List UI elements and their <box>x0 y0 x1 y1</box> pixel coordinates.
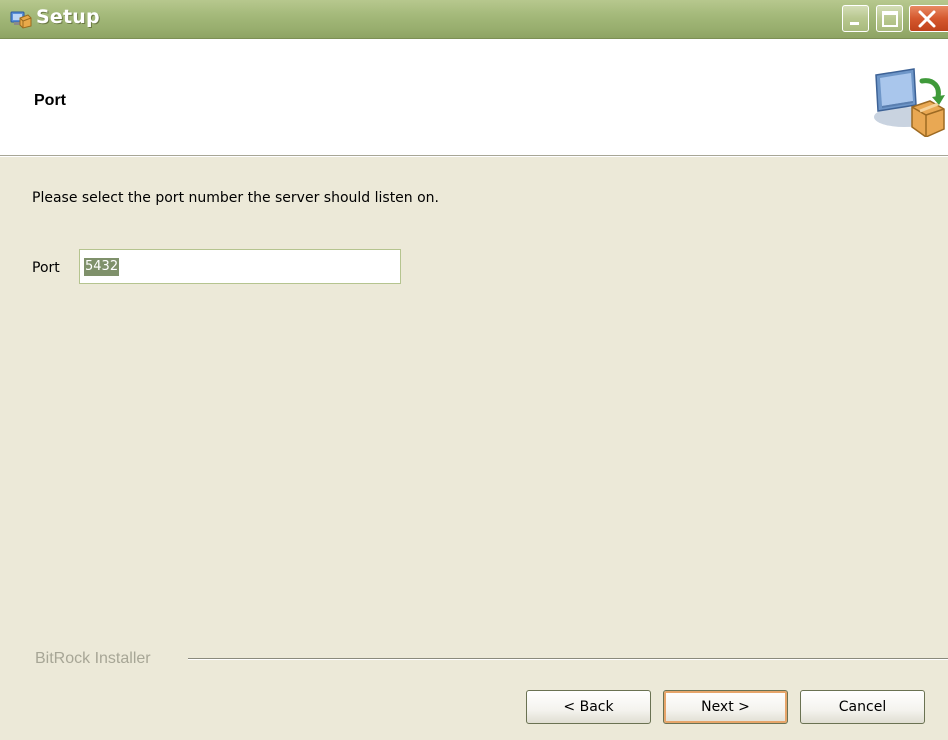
port-value: 5432 <box>84 258 120 276</box>
close-icon <box>918 10 936 28</box>
wizard-header: Port <box>0 39 948 156</box>
installer-icon <box>10 9 32 29</box>
minimize-icon <box>850 22 859 25</box>
setup-window: Setup Port Please select the port number… <box>0 0 948 740</box>
maximize-icon <box>882 11 898 27</box>
title-bar[interactable]: Setup <box>0 0 948 39</box>
instruction-text: Please select the port number the server… <box>32 190 440 206</box>
maximize-button[interactable] <box>876 5 903 32</box>
minimize-button[interactable] <box>842 5 869 32</box>
page-title: Port <box>34 92 66 109</box>
installer-branding: BitRock Installer <box>35 650 151 667</box>
footer-divider <box>188 658 948 660</box>
next-button[interactable]: Next > <box>663 690 788 724</box>
port-label: Port <box>32 260 60 276</box>
computer-package-icon <box>868 67 948 138</box>
back-button[interactable]: < Back <box>526 690 651 724</box>
port-input[interactable]: 5432 <box>79 249 401 284</box>
window-title: Setup <box>36 6 100 28</box>
header-divider <box>0 156 948 157</box>
cancel-button[interactable]: Cancel <box>800 690 925 724</box>
close-button[interactable] <box>909 5 948 32</box>
